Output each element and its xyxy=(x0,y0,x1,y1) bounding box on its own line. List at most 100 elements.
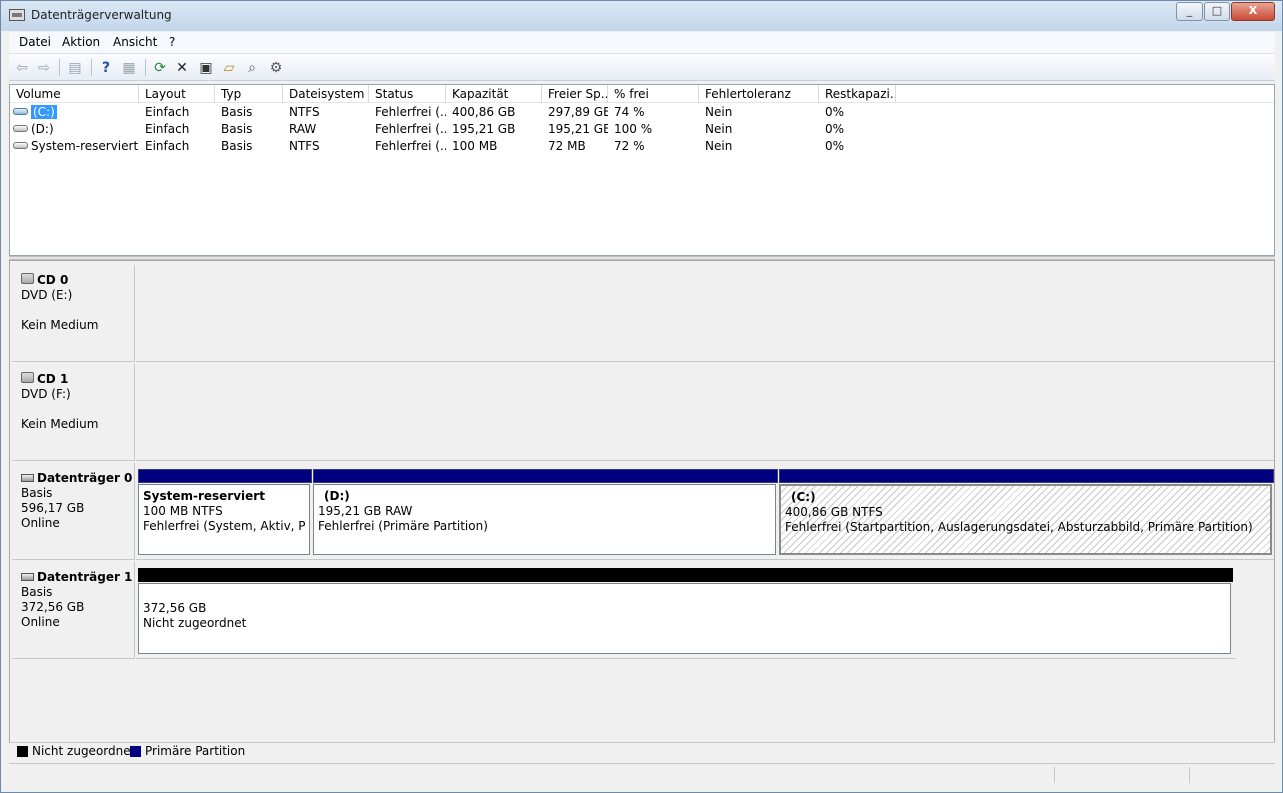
column-header-fehlertoleranz[interactable]: Fehlertoleranz xyxy=(699,85,819,103)
menu-aktion[interactable]: Aktion xyxy=(62,35,100,49)
cell-fehlertoleranz: Nein xyxy=(705,139,733,153)
partition-color-bar xyxy=(138,568,1233,582)
column-header-prozent-frei[interactable]: % frei xyxy=(608,85,699,103)
cell-restkapazitaet: 0% xyxy=(825,139,845,153)
cell-kapazitaet: 195,21 GB xyxy=(452,122,516,136)
back-arrow-icon[interactable]: ⇦ xyxy=(12,58,32,78)
partition-d[interactable]: (D:) 195,21 GB RAW Fehlerfrei (Primäre P… xyxy=(313,469,778,555)
cell-dateisystem: NTFS xyxy=(289,139,320,153)
column-header-kapazitaet[interactable]: Kapazität xyxy=(446,85,542,103)
disk-drive-type: DVD (E:) xyxy=(21,288,73,302)
toolbar: ⇦ ⇨ ▤ ? ▦ ⟳ ✕ ▣ ▱ ⌕ ⚙ xyxy=(9,54,1275,81)
disk-area-disk0: System-reserviert 100 MB NTFS Fehlerfrei… xyxy=(136,463,1274,560)
toolbar-separator xyxy=(145,59,146,76)
column-header-typ[interactable]: Typ xyxy=(215,85,283,103)
cell-freier-speicher: 72 MB xyxy=(548,139,586,153)
partition-size: 100 MB NTFS xyxy=(143,504,223,518)
properties-pane-icon[interactable]: ▦ xyxy=(119,58,139,78)
disk-size: 372,56 GB xyxy=(21,600,85,614)
table-row[interactable]: (D:) Einfach Basis RAW Fehlerfrei (... 1… xyxy=(10,121,1274,138)
legend-label-unallocated: Nicht zugeordnet xyxy=(32,744,136,758)
cell-volume: (D:) xyxy=(10,121,139,138)
cell-dateisystem: NTFS xyxy=(289,105,320,119)
show-pane-icon[interactable]: ▤ xyxy=(65,58,85,78)
volume-list-header: Volume Layout Typ Dateisystem Status Kap… xyxy=(10,85,1274,103)
partition-system-reserviert[interactable]: System-reserviert 100 MB NTFS Fehlerfrei… xyxy=(138,469,312,555)
title-bar[interactable]: Datenträgerverwaltung _ □ X xyxy=(1,1,1282,31)
cell-volume: (C:) xyxy=(10,104,139,121)
partition-color-bar xyxy=(779,469,1274,483)
refresh-icon[interactable]: ⟳ xyxy=(150,58,170,78)
cell-kapazitaet: 400,86 GB xyxy=(452,105,516,119)
cell-restkapazitaet: 0% xyxy=(825,122,845,136)
column-header-freier-speicher[interactable]: Freier Sp... xyxy=(542,85,608,103)
table-row[interactable]: System-reserviert Einfach Basis NTFS Feh… xyxy=(10,138,1274,155)
partition-color-bar xyxy=(313,469,778,483)
partition-name: System-reserviert xyxy=(143,489,265,503)
partition-name: (D:) xyxy=(324,489,350,503)
partition-size: 195,21 GB RAW xyxy=(318,504,413,518)
partition-size: 372,56 GB xyxy=(143,601,207,615)
hard-disk-icon xyxy=(21,572,34,581)
maximize-button[interactable]: □ xyxy=(1204,2,1230,21)
cell-prozent-frei: 100 % xyxy=(614,122,653,136)
partition-status: Fehlerfrei (Primäre Partition) xyxy=(318,519,488,533)
forward-arrow-icon[interactable]: ⇨ xyxy=(34,58,54,78)
column-header-restkapazitaet[interactable]: Restkapazi... xyxy=(819,85,896,103)
disk-area-cd1 xyxy=(136,364,1274,461)
disk-media-status: Kein Medium xyxy=(21,318,99,332)
cell-status: Fehlerfrei (... xyxy=(375,105,446,119)
partition-color-bar xyxy=(138,469,312,483)
cell-fehlertoleranz: Nein xyxy=(705,122,733,136)
disk-state: Online xyxy=(21,615,60,629)
menu-help[interactable]: ? xyxy=(169,35,175,49)
column-header-layout[interactable]: Layout xyxy=(139,85,215,103)
disk-area-cd0 xyxy=(136,265,1274,362)
cd-drive-icon xyxy=(21,273,34,284)
toolbar-separator xyxy=(59,59,60,76)
hard-disk-icon xyxy=(21,473,34,482)
explore-icon[interactable]: ⌕ xyxy=(242,58,262,78)
cell-restkapazitaet: 0% xyxy=(825,105,845,119)
disk-type: Basis xyxy=(21,585,53,599)
column-header-dateisystem[interactable]: Dateisystem xyxy=(283,85,369,103)
cell-layout: Einfach xyxy=(145,105,190,119)
menu-datei[interactable]: Datei xyxy=(19,35,51,49)
disk-type: Basis xyxy=(21,486,53,500)
properties-icon[interactable]: ▣ xyxy=(196,58,216,78)
disk-label-cd1[interactable]: CD 1 DVD (F:) Kein Medium xyxy=(12,364,135,461)
disk-label-disk1[interactable]: Datenträger 1 Basis 372,56 GB Online xyxy=(12,562,135,659)
open-icon[interactable]: ▱ xyxy=(219,58,239,78)
disk-label-cd0[interactable]: CD 0 DVD (E:) Kein Medium xyxy=(12,265,135,362)
table-row[interactable]: (C:) Einfach Basis NTFS Fehlerfrei (... … xyxy=(10,104,1274,121)
partition-c[interactable]: (C:) 400,86 GB NTFS Fehlerfrei (Startpar… xyxy=(779,469,1274,555)
cd-drive-icon xyxy=(21,372,34,383)
volume-icon xyxy=(13,108,28,115)
cell-layout: Einfach xyxy=(145,139,190,153)
partition-unallocated[interactable]: 372,56 GB Nicht zugeordnet xyxy=(138,568,1233,654)
column-header-status[interactable]: Status xyxy=(369,85,446,103)
volume-icon xyxy=(13,142,28,149)
toolbar-separator xyxy=(91,59,92,76)
cell-status: Fehlerfrei (... xyxy=(375,139,446,153)
disk-name: CD 1 xyxy=(37,372,69,386)
menu-bar: Datei Aktion Ansicht ? xyxy=(9,32,1275,54)
menu-ansicht[interactable]: Ansicht xyxy=(113,35,157,49)
cell-typ: Basis xyxy=(221,122,253,136)
cell-kapazitaet: 100 MB xyxy=(452,139,498,153)
legend-swatch-unallocated xyxy=(17,746,28,757)
cell-status: Fehlerfrei (... xyxy=(375,122,446,136)
volume-list[interactable]: Volume Layout Typ Dateisystem Status Kap… xyxy=(9,84,1275,256)
disk-graphical-view: CD 0 DVD (E:) Kein Medium CD 1 DVD (F:) … xyxy=(9,260,1275,743)
legend-swatch-primary xyxy=(130,746,141,757)
disk-area-disk1: 372,56 GB Nicht zugeordnet xyxy=(136,562,1236,659)
help-icon[interactable]: ? xyxy=(96,58,116,78)
delete-icon[interactable]: ✕ xyxy=(172,58,192,78)
minimize-button[interactable]: _ xyxy=(1176,2,1203,21)
column-header-volume[interactable]: Volume xyxy=(10,85,139,103)
volume-icon xyxy=(13,125,28,132)
partition-size: 400,86 GB NTFS xyxy=(785,505,883,519)
close-button[interactable]: X xyxy=(1231,2,1275,21)
disk-label-disk0[interactable]: Datenträger 0 Basis 596,17 GB Online xyxy=(12,463,135,560)
settings-icon[interactable]: ⚙ xyxy=(266,58,286,78)
